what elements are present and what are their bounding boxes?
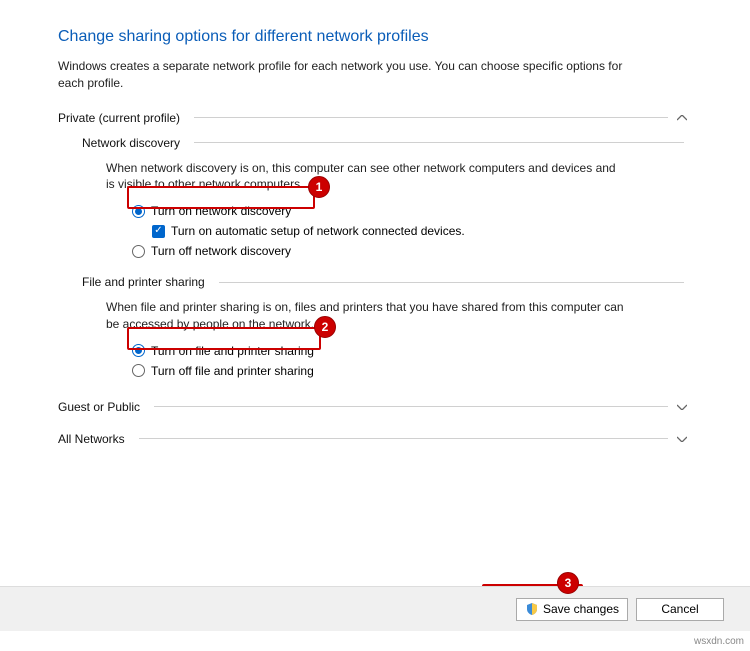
save-changes-button[interactable]: Save changes <box>516 598 628 621</box>
section-private[interactable]: Private (current profile) <box>58 110 690 126</box>
chevron-down-icon <box>674 399 690 415</box>
network-discovery-heading: Network discovery <box>82 136 690 150</box>
checkbox-label: Turn on automatic setup of network conne… <box>171 224 465 238</box>
radio-icon <box>132 205 145 218</box>
chevron-down-icon <box>674 431 690 447</box>
section-private-label: Private (current profile) <box>58 111 180 125</box>
file-printer-heading: File and printer sharing <box>82 275 690 289</box>
section-guest-label: Guest or Public <box>58 400 140 414</box>
divider <box>154 406 668 407</box>
page-title: Change sharing options for different net… <box>58 28 690 46</box>
section-all-label: All Networks <box>58 432 125 446</box>
cancel-button[interactable]: Cancel <box>636 598 724 621</box>
divider <box>139 438 668 439</box>
radio-icon <box>132 245 145 258</box>
radio-icon <box>132 364 145 377</box>
radio-turn-on-file-sharing[interactable]: Turn on file and printer sharing <box>130 341 690 361</box>
radio-turn-off-discovery[interactable]: Turn off network discovery <box>130 241 690 261</box>
radio-label: Turn on network discovery <box>151 204 291 218</box>
checkbox-icon: ✓ <box>152 225 165 238</box>
shield-icon <box>525 602 539 616</box>
divider <box>219 282 684 283</box>
section-guest-public[interactable]: Guest or Public <box>58 399 690 415</box>
radio-label: Turn on file and printer sharing <box>151 344 314 358</box>
watermark: wsxdn.com <box>694 636 744 647</box>
file-printer-desc: When file and printer sharing is on, fil… <box>106 299 626 333</box>
network-discovery-desc: When network discovery is on, this compu… <box>106 160 626 194</box>
cancel-button-label: Cancel <box>661 602 698 616</box>
bottom-bar: Save changes Cancel <box>0 586 750 631</box>
checkbox-auto-setup[interactable]: ✓ Turn on automatic setup of network con… <box>150 221 690 241</box>
radio-label: Turn off network discovery <box>151 244 291 258</box>
annotation-badge: 1 <box>308 176 330 198</box>
radio-turn-off-file-sharing[interactable]: Turn off file and printer sharing <box>130 361 690 381</box>
radio-label: Turn off file and printer sharing <box>151 364 314 378</box>
divider <box>194 142 684 143</box>
page-description: Windows creates a separate network profi… <box>58 58 648 92</box>
radio-turn-on-discovery[interactable]: Turn on network discovery <box>130 201 690 221</box>
divider <box>194 117 668 118</box>
radio-icon <box>132 344 145 357</box>
chevron-up-icon <box>674 110 690 126</box>
annotation-badge: 3 <box>557 572 579 594</box>
save-button-label: Save changes <box>543 602 619 616</box>
annotation-badge: 2 <box>314 316 336 338</box>
section-all-networks[interactable]: All Networks <box>58 431 690 447</box>
